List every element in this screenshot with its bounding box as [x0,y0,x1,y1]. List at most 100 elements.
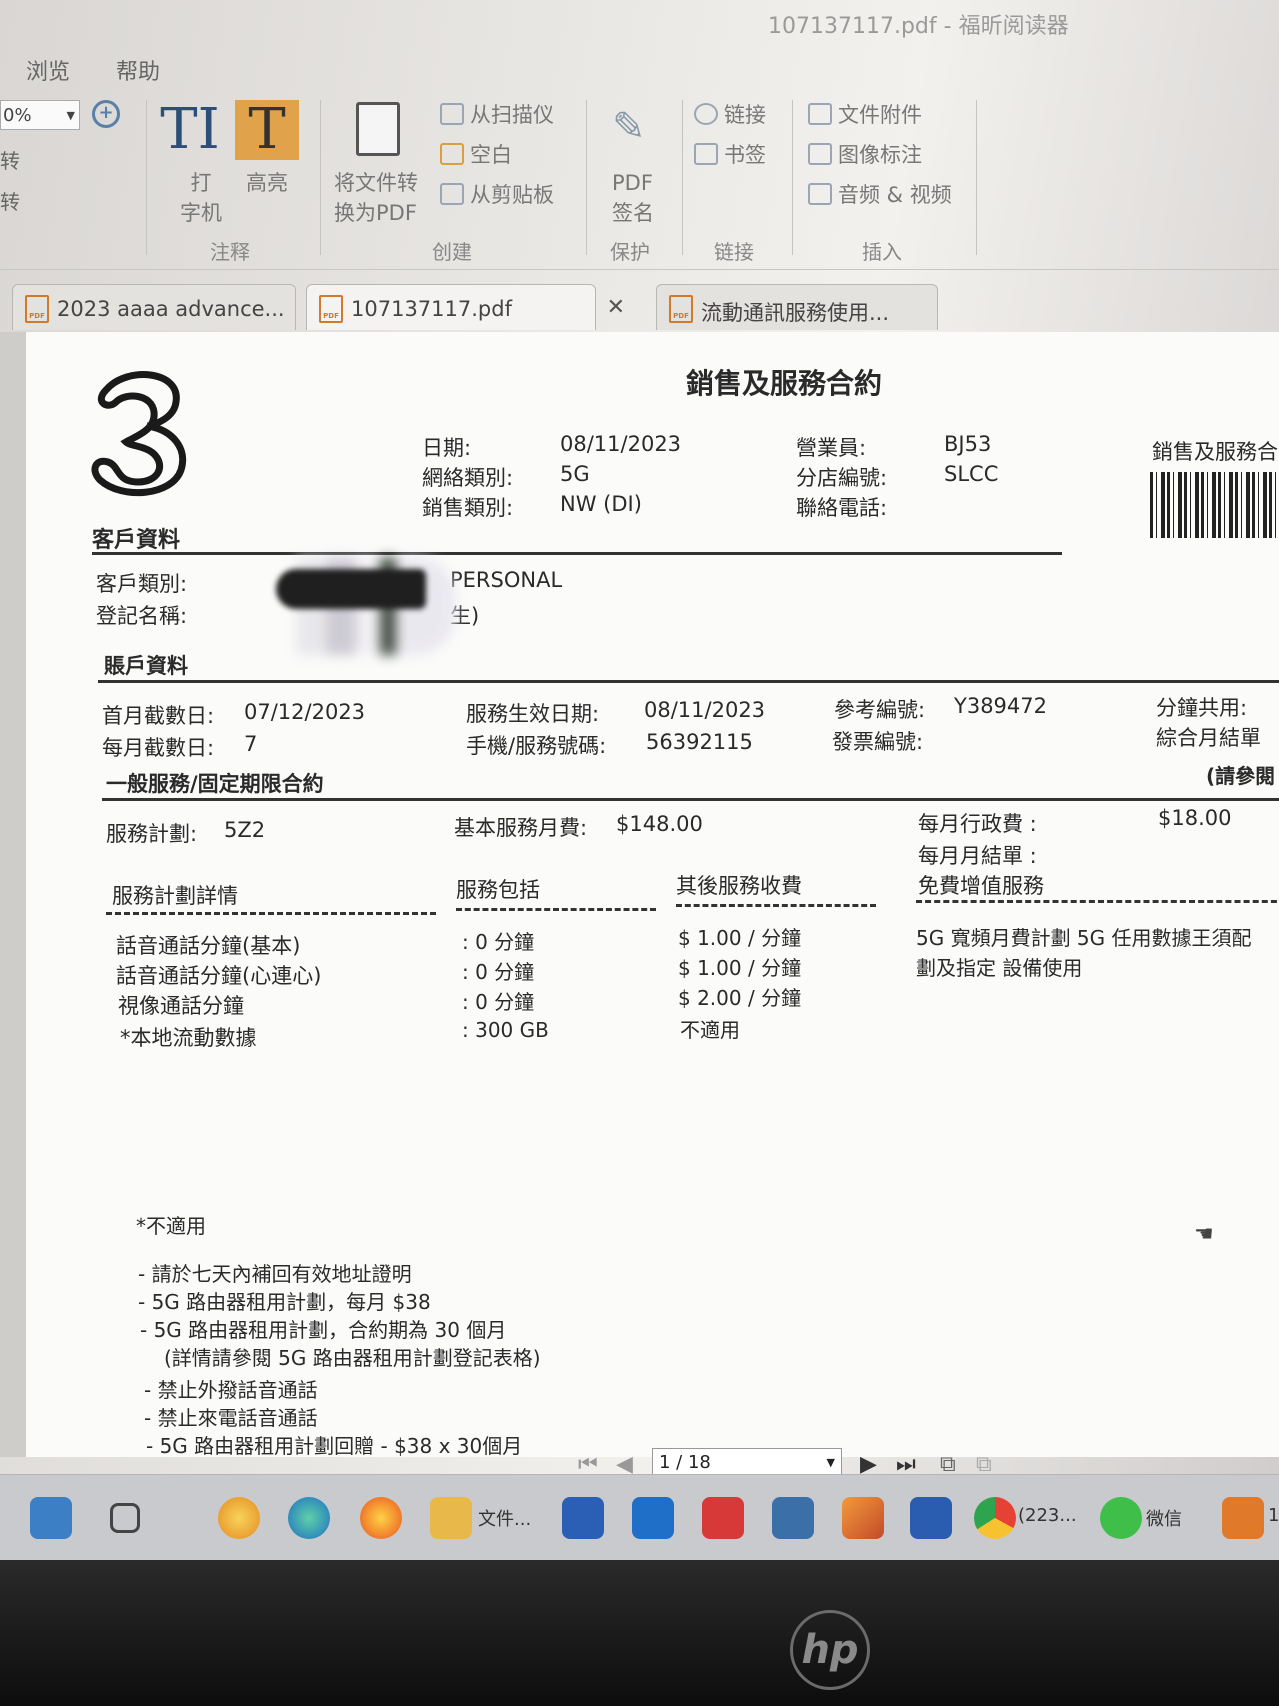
link-button[interactable]: 链接 [694,100,766,130]
files-label[interactable]: 文件... [478,1505,531,1531]
convert-to-pdf-button[interactable]: 将文件转 换为PDF [334,168,418,228]
menu-browse[interactable]: 浏览 [26,54,70,86]
row-data-item: *本地流動數據 [120,1026,257,1050]
outlook-icon[interactable] [632,1497,674,1539]
bookmark-button[interactable]: 书签 [694,140,766,170]
col-details: 服務計劃詳情 [112,884,238,908]
foxit-label[interactable]: 1 [1268,1505,1279,1526]
red-app-icon[interactable] [702,1497,744,1539]
from-clipboard-button[interactable]: 从剪贴板 [440,180,554,210]
pdf-sign-button[interactable]: PDF 签名 [612,168,654,228]
group-link: 链接 [714,240,754,264]
admin-fee-label: 每月行政費 : [918,812,1037,836]
menu-help[interactable]: 帮助 [116,54,160,86]
mobile-label: 手機/服務號碼: [466,734,607,758]
zoom-in-icon[interactable]: + [92,100,120,128]
row-video-item: 視像通話分鐘 [118,994,244,1018]
free-text-2: 劃及指定 設備使用 [916,956,1083,980]
audio-video-button[interactable]: 音频 & 视频 [808,180,952,210]
word-icon[interactable] [910,1497,952,1539]
scanner-icon [440,103,464,125]
close-icon[interactable]: ✕ [607,295,625,320]
globe-icon [694,103,718,125]
dashed-divider [456,908,656,911]
ribbon-toolbar: 0% ▼ + 转 转 TI 打字机 T 高亮 注释 将文件转 换为PDF 从扫描仪 … [0,90,1279,270]
rotate-item-2[interactable]: 转 [0,186,20,215]
file-attachment-button[interactable]: 文件附件 [808,100,922,130]
contract-title: 銷售及服務合約 [686,367,883,400]
tab-2023-advance[interactable]: PDF 2023 aaaa advance... [12,284,296,330]
group-protect: 保护 [610,240,650,264]
firefox-icon[interactable] [360,1497,402,1539]
divider [98,680,1279,683]
barcode [1150,472,1279,538]
bookmark-icon [694,143,718,165]
row-video-after: $ 2.00 / 分鐘 [678,986,802,1010]
divider [682,100,683,255]
divider [792,100,793,255]
task-view-icon[interactable] [110,1503,140,1533]
ref-label: 參考編號: [834,698,926,722]
note-7: - 5G 路由器租用計劃回贈 - $38 x 30個月 [146,1434,523,1457]
note-6: - 禁止來電話音通話 [144,1406,318,1430]
divider [320,100,321,255]
row-data-included: : 300 GB [462,1018,549,1042]
typewriter-button[interactable]: 打字机 [180,168,222,228]
branch-value: SLCC [944,462,999,486]
signature-pen-icon[interactable]: ✎ [612,104,652,156]
rotate-item-1[interactable]: 转 [0,145,20,174]
section-customer: 客戶資料 [92,528,181,553]
window-title: 107137117.pdf - 福昕阅读器 [768,14,1069,39]
dashed-divider [106,912,436,915]
browser-ie-icon[interactable] [218,1497,260,1539]
calculator-icon[interactable] [772,1497,814,1539]
customer-type-value: PERSONAL [450,568,563,592]
dashed-divider [916,900,1279,903]
pdf-file-icon: PDF [669,295,693,323]
monthly-cutoff-value: 7 [244,732,258,756]
backpack-app-icon[interactable] [30,1497,72,1539]
store-icon[interactable] [562,1497,604,1539]
image-icon [808,143,832,165]
tab-107137117[interactable]: PDF 107137117.pdf ✕ [306,284,625,330]
group-create: 创建 [432,240,472,264]
blank-button[interactable]: 空白 [440,140,512,170]
section-service: 一般服務/固定期限合約 [106,772,324,796]
divider [92,552,1062,555]
foxit-icon[interactable] [1222,1497,1264,1539]
plan-value: 5Z2 [224,818,266,842]
convert-to-pdf-icon[interactable] [356,102,400,156]
zoom-select[interactable]: 0% ▼ [0,100,80,130]
note-4: (詳情請參閱 5G 路由器租用計劃登記表格) [164,1346,541,1370]
effective-date-value: 08/11/2023 [644,698,766,722]
chrome-label[interactable]: (223... [1018,1505,1077,1526]
chrome-icon[interactable] [974,1497,1016,1539]
matlab-icon[interactable] [842,1497,884,1539]
edge-icon[interactable] [288,1497,330,1539]
wechat-icon[interactable] [1100,1497,1142,1539]
see-note: (請參閱 [1206,764,1276,788]
sales-type-value: NW (DI) [560,492,642,516]
free-text-1: 5G 寬頻月費計劃 5G 任用數據王須配 [916,926,1252,950]
effective-date-label: 服務生效日期: [466,702,600,726]
image-annotation-button[interactable]: 图像标注 [808,140,922,170]
highlight-button[interactable]: 高亮 [246,168,288,198]
ref-value: Y389472 [954,694,1047,718]
monitor-bezel [0,1560,1279,1706]
row-video-included: : 0 分鐘 [462,990,535,1014]
wechat-label[interactable]: 微信 [1146,1505,1182,1531]
from-scanner-button[interactable]: 从扫描仪 [440,100,554,130]
typewriter-icon[interactable]: TI [158,100,222,160]
network-value: 5G [560,462,590,486]
folder-icon[interactable] [430,1497,472,1539]
document-tabs: PDF 2023 aaaa advance... PDF 107137117.pdf… [0,280,1279,332]
pdf-page[interactable]: 銷售及服務合約 銷售及服務合 日期: 08/11/2023 網絡類別: 5G 銷… [26,332,1279,1457]
row-voice-heart-item: 話音通話分鐘(心連心) [116,964,322,988]
first-cutoff-value: 07/12/2023 [244,700,366,724]
menu-bar: 浏览 帮助 [0,50,1279,90]
tab-mobile-service[interactable]: PDF 流動通訊服務使用... [656,284,938,330]
base-fee-label: 基本服務月費: [454,816,588,840]
divider [146,100,147,255]
row-voice-heart-after: $ 1.00 / 分鐘 [678,956,802,980]
highlight-icon[interactable]: T [235,100,299,160]
